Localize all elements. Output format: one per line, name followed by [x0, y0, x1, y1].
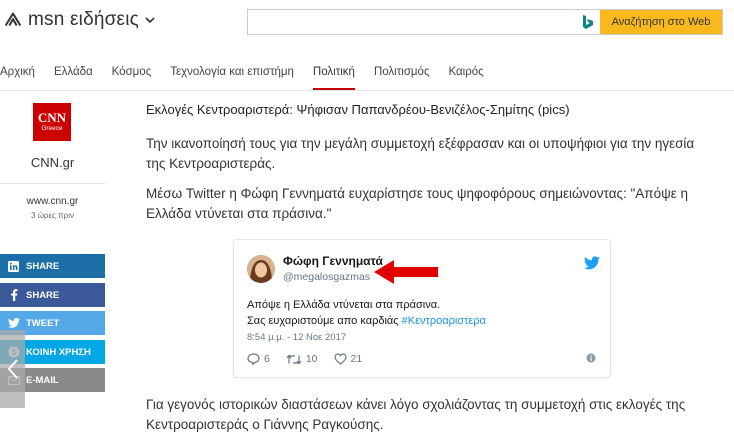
- red-arrow-icon: [374, 260, 438, 284]
- source-divider: [0, 183, 105, 184]
- article-paragraph: Για γεγονός ιστορικών διαστάσεων κάνει λ…: [146, 397, 686, 432]
- share-facebook-label: SHARE: [26, 289, 60, 301]
- chevron-left-icon: [7, 359, 18, 379]
- nav-item-greece[interactable]: Ελλάδα: [54, 56, 93, 90]
- msn-brand[interactable]: msn ειδήσεις: [2, 9, 155, 31]
- nav-item-weather[interactable]: Καιρός: [448, 56, 483, 90]
- nav-divider: [0, 90, 734, 91]
- article-paragraph: Μέσω Twitter η Φώφη Γεννηματά ευχαρίστησ…: [146, 186, 689, 221]
- publish-time: 3 ώρες πριν: [31, 211, 74, 220]
- logo-text-bottom: Greece: [41, 125, 63, 132]
- tweet-text: Απόψε η Ελλάδα ντύνεται στα πράσινα. Σας…: [247, 297, 486, 329]
- tweet-avatar[interactable]: [247, 255, 275, 283]
- tweet-actions: 6 10 21: [247, 353, 378, 365]
- nav-item-culture[interactable]: Πολιτισμός: [374, 56, 430, 90]
- share-twitter-label: TWEET: [26, 317, 60, 329]
- tweet-text-fragment: Σας ευχαριστούμε απο καρδιάς: [247, 315, 402, 327]
- tweet-hashtag-link[interactable]: #Κεντροαριστερα: [402, 315, 486, 327]
- reply-count: 6: [264, 353, 270, 365]
- tweet-reply-button[interactable]: 6: [247, 353, 270, 365]
- header: msn ειδήσεις Αναζήτηση στο Web: [0, 0, 734, 44]
- tweet-retweet-button[interactable]: 10: [286, 353, 318, 365]
- info-icon[interactable]: [586, 353, 596, 363]
- chevron-down-icon[interactable]: [145, 15, 155, 25]
- source-name[interactable]: CNN.gr: [0, 155, 105, 170]
- tweet-text-line: Σας ευχαριστούμε απο καρδιάς #Κεντροαρισ…: [247, 313, 486, 329]
- facebook-icon: [7, 289, 20, 302]
- retweet-count: 10: [305, 353, 318, 365]
- share-linkedin-label: SHARE: [26, 260, 60, 272]
- reply-icon: [247, 353, 260, 365]
- tweet-text-line: Απόψε η Ελλάδα ντύνεται στα πράσινα.: [247, 299, 441, 311]
- nav-item-world[interactable]: Κόσμος: [112, 56, 152, 90]
- cnn-greece-logo[interactable]: CNN Greece: [33, 103, 71, 141]
- tweet-like-button[interactable]: 21: [333, 353, 363, 365]
- linkedin-icon: [7, 260, 20, 273]
- tweet-author-handle[interactable]: @megalosgazmas: [283, 271, 370, 283]
- retweet-icon: [286, 354, 302, 364]
- source-url[interactable]: www.cnn.gr: [0, 196, 105, 207]
- msn-butterfly-icon: [4, 12, 22, 27]
- web-search-button[interactable]: Αναζήτηση στο Web: [600, 10, 722, 34]
- share-email-label: E-MAIL: [26, 374, 59, 386]
- bing-icon: [583, 15, 593, 29]
- category-nav: Αρχική Ελλάδα Κόσμος Τεχνολογία και επισ…: [0, 56, 503, 90]
- twitter-bird-icon: [7, 317, 20, 330]
- tweet-author-name[interactable]: Φώφη Γεννηματά: [283, 254, 383, 268]
- share-facebook-button[interactable]: SHARE: [0, 283, 105, 307]
- nav-item-technology[interactable]: Τεχνολογία και επιστήμη: [170, 56, 294, 90]
- search-box: Αναζήτηση στο Web: [247, 9, 723, 35]
- search-input[interactable]: [248, 10, 576, 34]
- logo-text-top: CNN: [37, 110, 67, 125]
- share-linkedin-button[interactable]: SHARE: [0, 254, 105, 278]
- article-paragraph: Την ικανοποίησή τους για την μεγάλη συμμ…: [146, 136, 695, 171]
- twitter-bird-icon[interactable]: [584, 256, 600, 270]
- tweet-timestamp[interactable]: 8:54 μ.μ. - 12 Νοε 2017: [247, 332, 346, 343]
- bing-search-button[interactable]: [576, 10, 600, 34]
- article-headline: Εκλογές Κεντροαριστερά: Ψήφισαν Παπανδρέ…: [146, 102, 570, 117]
- like-count: 21: [350, 353, 363, 365]
- brand-name: msn ειδήσεις: [28, 9, 139, 30]
- share-common-label: ΚΟΙΝΗ ΧΡΗΣΗ: [26, 346, 91, 358]
- previous-article-button[interactable]: [0, 330, 25, 408]
- nav-item-home[interactable]: Αρχική: [0, 56, 35, 90]
- nav-item-politics[interactable]: Πολιτική: [312, 56, 355, 90]
- heart-icon: [333, 353, 347, 365]
